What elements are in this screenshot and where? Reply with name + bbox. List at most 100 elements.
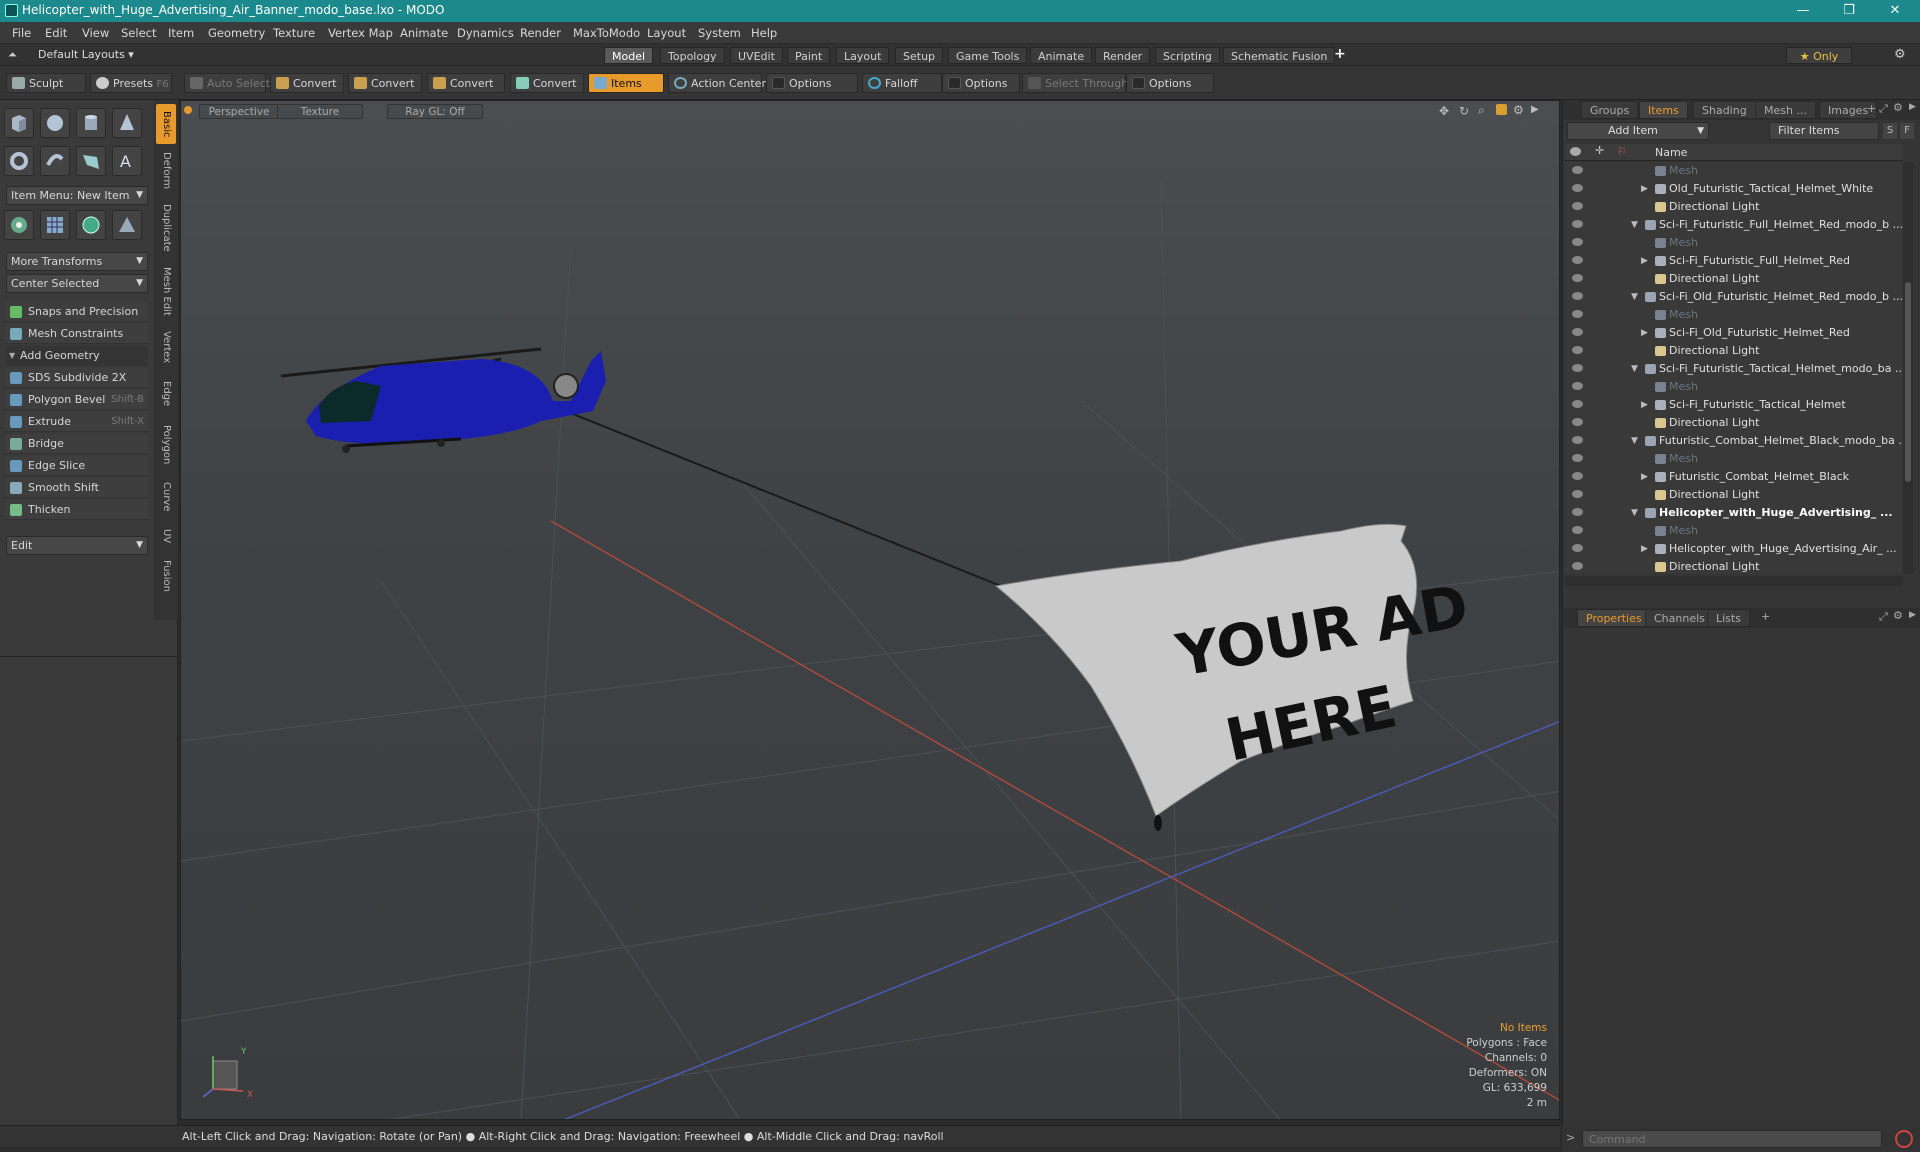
add-tab-plus-icon[interactable]: + (1334, 46, 1346, 62)
tab-mesh[interactable]: Mesh ... (1755, 101, 1816, 119)
add-properties-tab-icon[interactable]: + (1761, 610, 1770, 623)
item-row[interactable]: ▶ Sci-Fi_Futuristic_Full_Helmet_Red (1565, 252, 1903, 270)
f-toggle-button[interactable]: F (1900, 123, 1914, 139)
properties-gear-icon[interactable]: ⚙ (1893, 609, 1903, 622)
command-input[interactable] (1582, 1130, 1882, 1148)
mesh-constraints-button[interactable]: Mesh Constraints (6, 324, 148, 344)
tab-game-tools[interactable]: Game Tools (948, 47, 1028, 64)
lock-column-icon[interactable]: ✛ (1595, 144, 1604, 157)
item-row[interactable]: ▼ Sci-Fi_Futuristic_Full_Helmet_Red_modo_… (1565, 216, 1903, 234)
item-row[interactable]: ▶ Sci-Fi_Old_Futuristic_Helmet_Red (1565, 324, 1903, 342)
visibility-eye-icon[interactable] (1572, 256, 1583, 264)
item-row[interactable]: ▶ Futuristic_Combat_Helmet_Black (1565, 468, 1903, 486)
visibility-eye-icon[interactable] (1572, 472, 1583, 480)
tab-shading[interactable]: Shading (1693, 101, 1756, 119)
capsule-tool-icon[interactable] (40, 146, 70, 176)
filter-items-input[interactable]: Filter Items (1769, 122, 1879, 140)
item-row[interactable]: Mesh (1565, 378, 1903, 396)
menu-animate[interactable]: Animate (400, 26, 448, 40)
tab-edge[interactable]: Edge (156, 374, 176, 414)
item-row[interactable]: ▼ Futuristic_Combat_Helmet_Black_modo_ba … (1565, 432, 1903, 450)
item-row[interactable]: Mesh (1565, 162, 1903, 180)
visibility-eye-icon[interactable] (1572, 184, 1583, 192)
presets-button[interactable]: Presets F6 (90, 73, 172, 93)
options-button-1[interactable]: Options (766, 73, 858, 93)
tab-scripting[interactable]: Scripting (1155, 47, 1220, 64)
extrude-button[interactable]: Extrude Shift-X (6, 412, 148, 432)
expand-icon[interactable]: ⤢ (1879, 610, 1888, 624)
tab-layout[interactable]: Layout (836, 47, 890, 64)
menu-select[interactable]: Select (121, 26, 156, 40)
pen-tool-icon[interactable] (76, 146, 106, 176)
menu-layout[interactable]: Layout (647, 26, 686, 40)
item-menu-dropdown[interactable]: Item Menu: New Item ▼ (6, 186, 148, 205)
expand-icon[interactable]: ⤢ (1879, 102, 1888, 116)
visibility-eye-icon[interactable] (1572, 508, 1583, 516)
visibility-eye-icon[interactable] (1572, 382, 1583, 390)
menu-file[interactable]: File (12, 26, 31, 40)
action-center-button[interactable]: Action Center (668, 73, 766, 93)
smooth-shift-button[interactable]: Smooth Shift (6, 478, 148, 498)
item-row[interactable]: Directional Light (1565, 558, 1903, 574)
visibility-eye-icon[interactable] (1572, 454, 1583, 462)
item-list-h-scrollbar[interactable] (1565, 576, 1903, 586)
auto-select-button[interactable]: Auto Select (184, 73, 270, 93)
menu-render[interactable]: Render (520, 26, 561, 40)
options-button-2[interactable]: Options (942, 73, 1020, 93)
tab-vertex[interactable]: Vertex (156, 324, 176, 370)
item-list-scrollbar[interactable] (1903, 162, 1913, 574)
item-row[interactable]: ▶ Old_Futuristic_Tactical_Helmet_White (1565, 180, 1903, 198)
visibility-eye-icon[interactable] (1572, 274, 1583, 282)
default-layouts-dropdown[interactable]: Default Layouts ▾ (38, 48, 134, 61)
tab-items[interactable]: Items (1639, 101, 1688, 119)
collapsed-triangle-icon[interactable]: ▶ (1641, 468, 1648, 486)
menu-edit[interactable]: Edit (45, 26, 67, 40)
convert-button-2[interactable]: Convert (348, 73, 422, 93)
tab-fusion[interactable]: Fusion (156, 554, 176, 598)
tab-schematic-fusion[interactable]: Schematic Fusion (1223, 47, 1336, 64)
convert-button-1[interactable]: Convert (270, 73, 344, 93)
tab-mesh-edit[interactable]: Mesh Edit (156, 262, 176, 320)
menu-dynamics[interactable]: Dynamics (457, 26, 514, 40)
tab-lists[interactable]: Lists (1707, 609, 1750, 627)
panel-gear-icon[interactable]: ⚙ (1893, 101, 1903, 114)
menu-system[interactable]: System (698, 26, 741, 40)
menu-item[interactable]: Item (168, 26, 194, 40)
add-geometry-header[interactable]: ▼ Add Geometry (6, 346, 148, 366)
visibility-eye-icon[interactable] (1572, 490, 1583, 498)
more-transforms-dropdown[interactable]: More Transforms ▼ (6, 252, 148, 271)
visibility-eye-icon[interactable] (1572, 328, 1583, 336)
3d-viewport[interactable]: Perspective Texture Ray GL: Off ✥ ↻ ⌕ ⚙ … (180, 100, 1560, 1120)
maximize-button[interactable]: ❐ (1826, 0, 1872, 22)
edge-slice-button[interactable]: Edge Slice (6, 456, 148, 476)
item-row[interactable]: ▶ Helicopter_with_Huge_Advertising_Air_ .… (1565, 540, 1903, 558)
tab-basic[interactable]: Basic (156, 104, 176, 144)
tab-channels[interactable]: Channels (1645, 609, 1714, 627)
expanded-triangle-icon[interactable]: ▼ (1631, 432, 1638, 450)
select-through-button[interactable]: Select Through (1022, 73, 1128, 93)
item-row[interactable]: ▶ Sci-Fi_Futuristic_Tactical_Helmet (1565, 396, 1903, 414)
item-row[interactable]: Mesh (1565, 234, 1903, 252)
visibility-eye-icon[interactable] (1572, 436, 1583, 444)
polygon-bevel-button[interactable]: Polygon Bevel Shift-B (6, 390, 148, 410)
name-column-header[interactable]: Name (1655, 146, 1687, 159)
menu-maxtomodo[interactable]: MaxToModo (573, 26, 640, 40)
item-row[interactable]: Directional Light (1565, 270, 1903, 288)
panel-menu-arrow-icon[interactable]: ▶ (1909, 102, 1916, 112)
tab-render[interactable]: Render (1095, 47, 1151, 64)
tab-groups[interactable]: Groups (1581, 101, 1639, 119)
collapsed-triangle-icon[interactable]: ▶ (1641, 540, 1648, 558)
torus-icon[interactable] (4, 146, 34, 176)
tab-polygon[interactable]: Polygon (156, 418, 176, 472)
expanded-triangle-icon[interactable]: ▼ (1631, 360, 1638, 378)
tab-topology[interactable]: Topology (660, 47, 725, 64)
visibility-eye-icon[interactable] (1572, 526, 1583, 534)
visibility-eye-icon[interactable] (1572, 220, 1583, 228)
visibility-eye-icon[interactable] (1572, 238, 1583, 246)
expanded-triangle-icon[interactable]: ▼ (1631, 288, 1638, 306)
convert-button-3[interactable]: Convert (427, 73, 505, 93)
item-row[interactable]: Directional Light (1565, 414, 1903, 432)
collapsed-triangle-icon[interactable]: ▶ (1641, 180, 1648, 198)
menu-geometry[interactable]: Geometry (208, 26, 265, 40)
visibility-eye-icon[interactable] (1572, 562, 1583, 570)
